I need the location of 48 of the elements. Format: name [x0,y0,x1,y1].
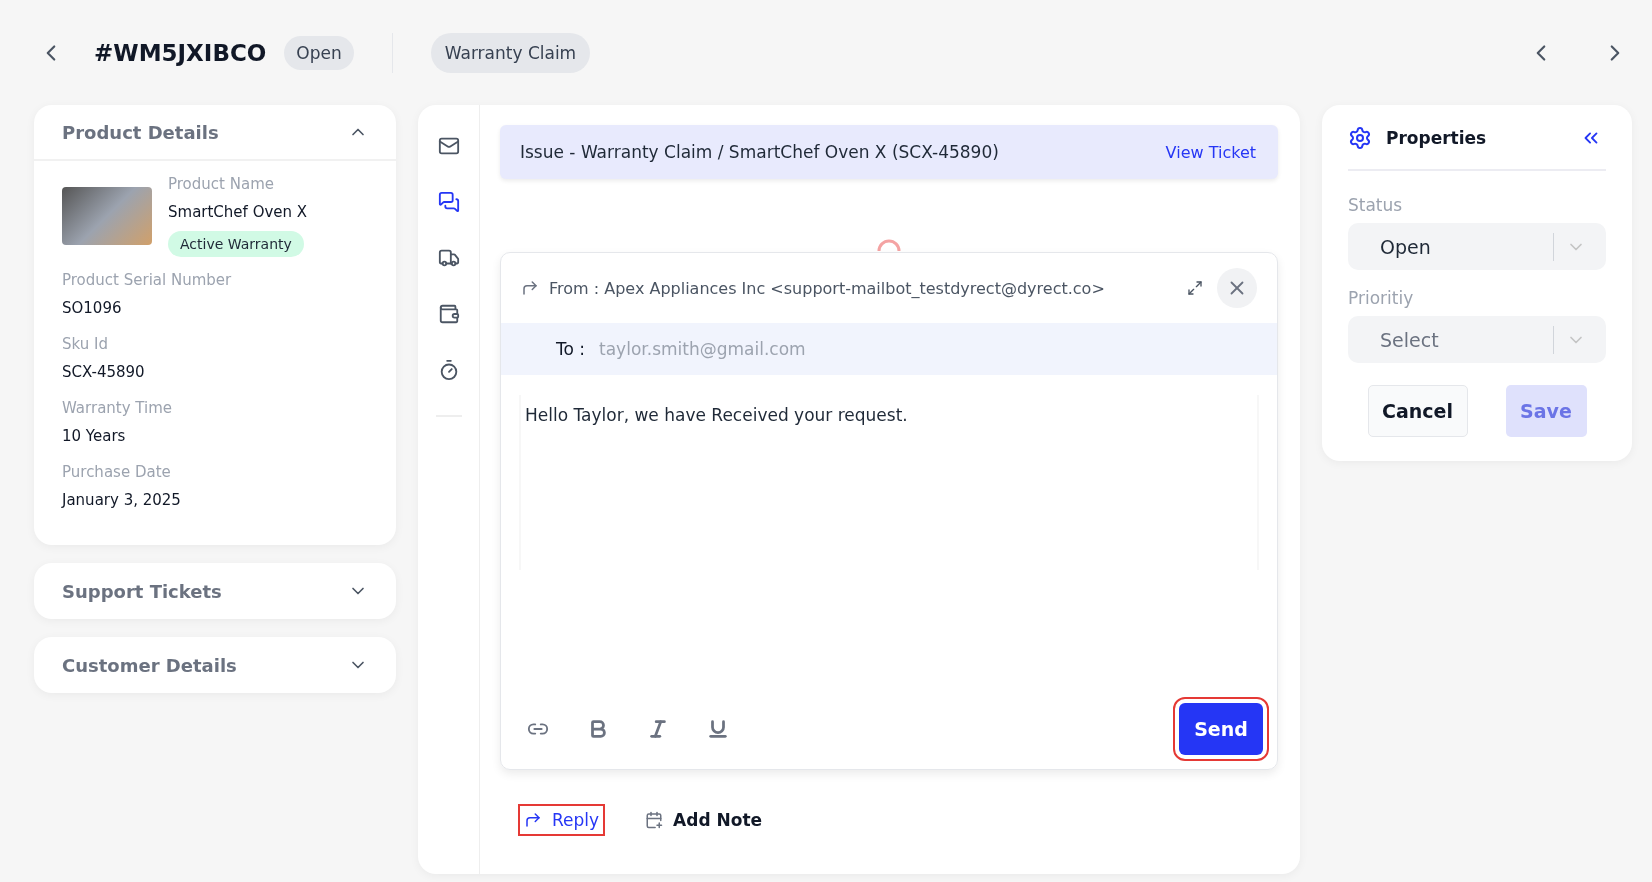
sidebar-tab[interactable] [437,303,460,325]
product-name: SmartChef Oven X [168,203,308,221]
field-label: Product Name [168,175,275,193]
field-label: Sku Id [62,335,109,353]
underline-button[interactable] [707,718,729,740]
panel-title: Properties [1386,128,1488,148]
section-header[interactable]: Product Details [34,105,396,161]
reply-icon [521,279,539,297]
wallet-icon [437,303,460,325]
section-header[interactable]: Support Tickets [34,563,396,619]
field-value: SCX-45890 [62,363,146,381]
field-value: January 3, 2025 [62,491,182,509]
section-header[interactable]: Customer Details [34,637,396,693]
reply-button[interactable]: Reply [518,804,606,836]
select-field[interactable]: Select [1348,316,1606,363]
sidebar-tab[interactable] [437,191,460,213]
cancel-button[interactable]: Cancel [1367,385,1468,437]
field-value: SO1096 [62,299,123,317]
sidebar-tab[interactable] [437,247,460,269]
field-value: 10 Years [62,427,127,445]
select-field[interactable]: Open [1348,223,1606,270]
reply-icon [524,811,542,829]
settings-icon [1348,126,1372,150]
spinner-icon [876,238,902,252]
underline-icon [707,718,729,740]
to-label: To : [556,339,586,359]
field-label: Prioritiy [1348,288,1415,308]
close-button[interactable] [1217,268,1257,308]
truck-icon [437,247,460,269]
chat-icon [437,191,460,213]
calendar-plus-icon [645,811,664,829]
expand-icon [1187,280,1203,296]
category-tag: Warranty Claim [430,32,591,73]
field-label: Product Serial Number [62,271,233,289]
field-label: Warranty Time [62,399,174,417]
issue-title: Issue - Warranty Claim / SmartChef Oven X (SCX-45890) [520,142,999,162]
ticket-id: #WM5JXIBCO [94,39,267,66]
sidebar-tab[interactable] [437,135,460,157]
from-line: From : Apex Appliances Inc <support-mailbot_testdyrect@dyrect.co> [549,278,1106,298]
italic-button[interactable] [647,718,669,740]
warranty-badge: Active Warranty [168,231,304,257]
mail-icon [437,135,460,157]
field-label: Status [1348,195,1404,215]
view-ticket-link[interactable]: View Ticket [1165,142,1256,162]
field-label: Purchase Date [62,463,172,481]
italic-icon [647,718,669,740]
status-badge: Open [284,35,354,70]
add-note-button[interactable]: Add Note [639,804,769,836]
